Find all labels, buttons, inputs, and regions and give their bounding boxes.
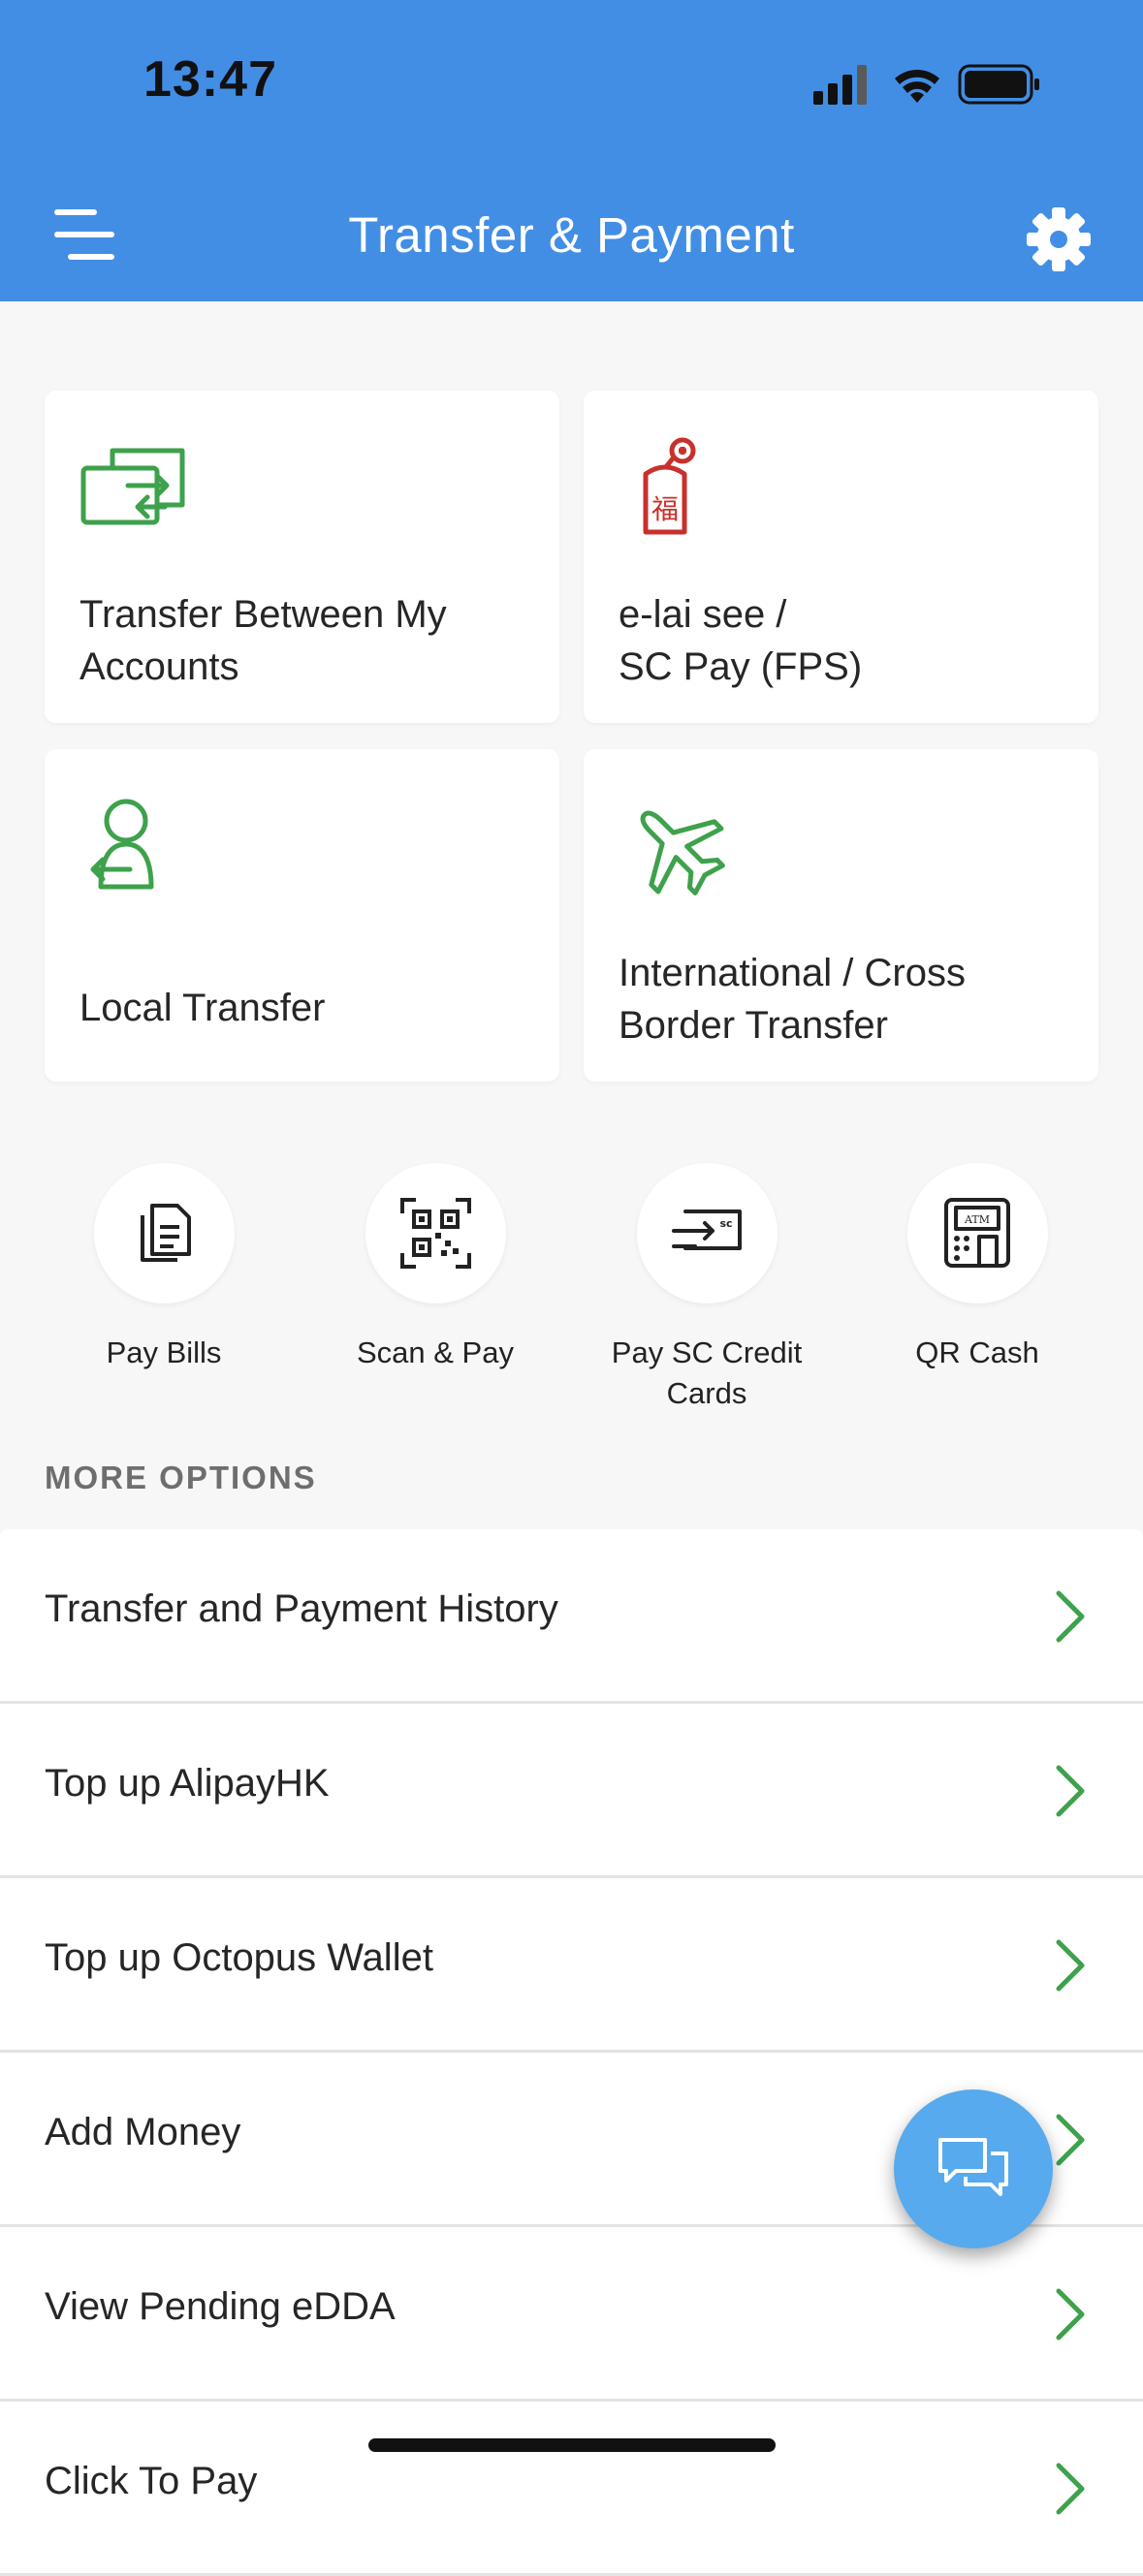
chevron-right-icon [1056,1765,1085,1817]
quick-action-label: Pay Bills [106,1335,222,1369]
svg-text:ATM: ATM [964,1213,990,1226]
app-header: 13:47 Transfer & Payment [0,0,1143,301]
chat-bubbles-icon [938,2138,1008,2196]
list-item-label: Add Money [45,2111,241,2153]
tile-label: International / Cross Border Transfer [619,952,966,1047]
more-options-heading: MORE OPTIONS [45,1460,317,1495]
chevron-right-icon [1056,1590,1085,1643]
tile-label: Local Transfer [79,987,326,1029]
tile-transfer-between-accounts[interactable]: Transfer Between My Accounts [45,391,559,723]
tile-local-transfer[interactable]: Local Transfer [45,749,559,1082]
transfer-arrows-icon [79,435,196,542]
chat-button[interactable] [894,2089,1053,2248]
list-item[interactable]: Click To Pay [0,2402,1143,2576]
battery-icon [958,64,1039,105]
home-indicator [368,2438,776,2452]
list-item[interactable]: View Pending eDDA [0,2227,1143,2402]
chevron-right-icon [1056,1939,1085,1992]
quick-action-label: QR Cash [915,1335,1039,1369]
bills-icon [93,1163,235,1304]
list-item-label: Top up Octopus Wallet [45,1936,433,1979]
chevron-right-icon [1056,2114,1085,2166]
quick-action-pay-sc-credit-cards[interactable]: sc Pay SC Credit Cards [590,1163,823,1414]
svg-text:sc: sc [719,1217,732,1230]
credit-card-icon: sc [636,1163,778,1304]
chevron-right-icon [1056,2288,1085,2340]
quick-action-label: Scan & Pay [357,1335,514,1369]
list-item-label: View Pending eDDA [45,2285,396,2328]
quick-action-qr-cash[interactable]: ATM QR Cash [861,1163,1094,1373]
settings-button[interactable] [1026,206,1092,272]
list-item[interactable]: Top up Octopus Wallet [0,1878,1143,2053]
quick-action-pay-bills[interactable]: Pay Bills [48,1163,280,1373]
wifi-icon [895,70,939,103]
list-item-label: Top up AlipayHK [45,1762,330,1805]
status-time: 13:47 [143,51,277,108]
red-packet-icon: 福 [619,435,735,542]
gear-icon [1027,207,1091,271]
tile-label: Transfer Between My Accounts [79,593,447,688]
status-icons [813,60,1046,109]
tile-e-lai-see[interactable]: 福 e-lai see / SC Pay (FPS) [584,391,1098,723]
atm-icon: ATM [906,1163,1048,1304]
page-title: Transfer & Payment [348,207,795,263]
tile-international-transfer[interactable]: International / Cross Border Transfer [584,749,1098,1082]
chevron-right-icon [1056,2463,1085,2515]
quick-action-label: Pay SC Credit Cards [611,1335,803,1410]
tile-label: e-lai see / SC Pay (FPS) [619,593,863,688]
list-item[interactable]: Top up AlipayHK [0,1704,1143,1878]
person-transfer-icon [79,794,196,900]
signal-icon [813,65,867,105]
airplane-icon [619,794,735,900]
more-options-list: Transfer and Payment History Top up Alip… [0,1529,1143,2576]
list-item-label: Transfer and Payment History [45,1587,558,1630]
svg-text:福: 福 [651,493,679,525]
list-item-label: Click To Pay [45,2460,258,2502]
qr-scan-icon [365,1163,506,1304]
quick-action-scan-pay[interactable]: Scan & Pay [319,1163,552,1373]
list-item[interactable]: Transfer and Payment History [0,1529,1143,1704]
